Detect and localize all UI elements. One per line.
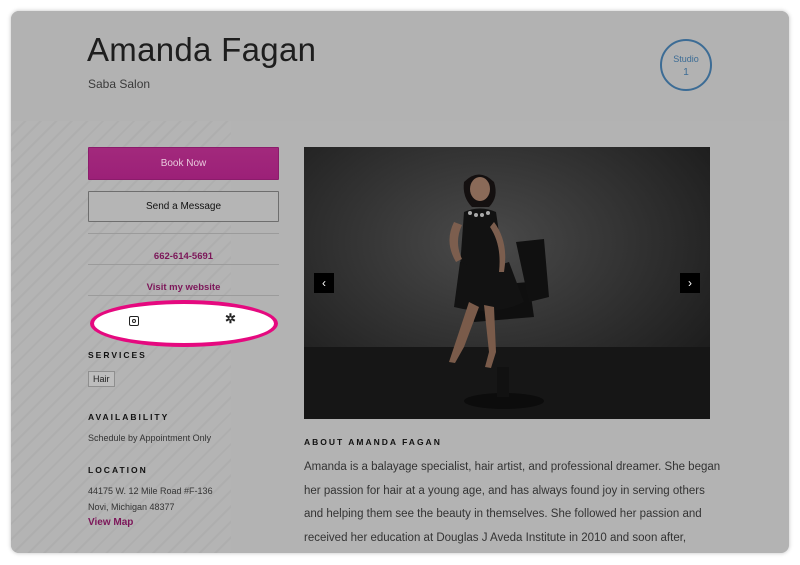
address-line-1: 44175 W. 12 Mile Road #F-136 — [88, 486, 213, 496]
location-heading: LOCATION — [88, 465, 148, 475]
about-heading: ABOUT AMANDA FAGAN — [304, 437, 442, 447]
about-line: Amanda is a balayage specialist, hair ar… — [304, 461, 721, 473]
studio-number: 1 — [683, 67, 689, 78]
studio-label: Studio — [673, 54, 699, 64]
book-now-button[interactable]: Book Now — [88, 147, 279, 180]
about-line: received her education at Douglas J Aved… — [304, 531, 687, 544]
phone-link[interactable]: 662-614-5691 — [88, 251, 279, 262]
social-highlight — [90, 300, 278, 347]
stylist-name: Amanda Fagan — [87, 31, 317, 68]
about-line: and helping them see the beauty in thems… — [304, 508, 702, 520]
studio-badge: Studio 1 — [660, 39, 712, 91]
about-text: Amanda is a balayage specialist, hair ar… — [304, 456, 734, 550]
yelp-icon[interactable]: ✲ — [225, 311, 236, 327]
chevron-right-icon[interactable]: › — [680, 273, 700, 293]
divider — [88, 233, 279, 234]
about-line: her passion for hair at a young age, and… — [304, 484, 705, 497]
instagram-icon[interactable] — [129, 316, 139, 326]
service-tag: Hair — [88, 371, 115, 387]
profile-photo — [304, 147, 710, 419]
profile-header: Amanda Fagan Saba Salon Studio 1 — [11, 11, 789, 121]
profile-photo-carousel: ‹ › — [304, 147, 710, 419]
website-link[interactable]: Visit my website — [88, 282, 279, 293]
divider — [88, 264, 279, 265]
salon-name: Saba Salon — [88, 77, 151, 91]
profile-page: Amanda Fagan Saba Salon Studio 1 Book No… — [11, 11, 789, 553]
chevron-left-icon[interactable]: ‹ — [314, 273, 334, 293]
availability-heading: AVAILABILITY — [88, 412, 170, 422]
address-line-2: Novi, Michigan 48377 — [88, 502, 175, 512]
view-map-link[interactable]: View Map — [88, 517, 133, 528]
services-heading: SERVICES — [88, 350, 147, 360]
availability-text: Schedule by Appointment Only — [88, 433, 212, 443]
divider — [88, 295, 279, 296]
send-message-button[interactable]: Send a Message — [88, 191, 279, 222]
